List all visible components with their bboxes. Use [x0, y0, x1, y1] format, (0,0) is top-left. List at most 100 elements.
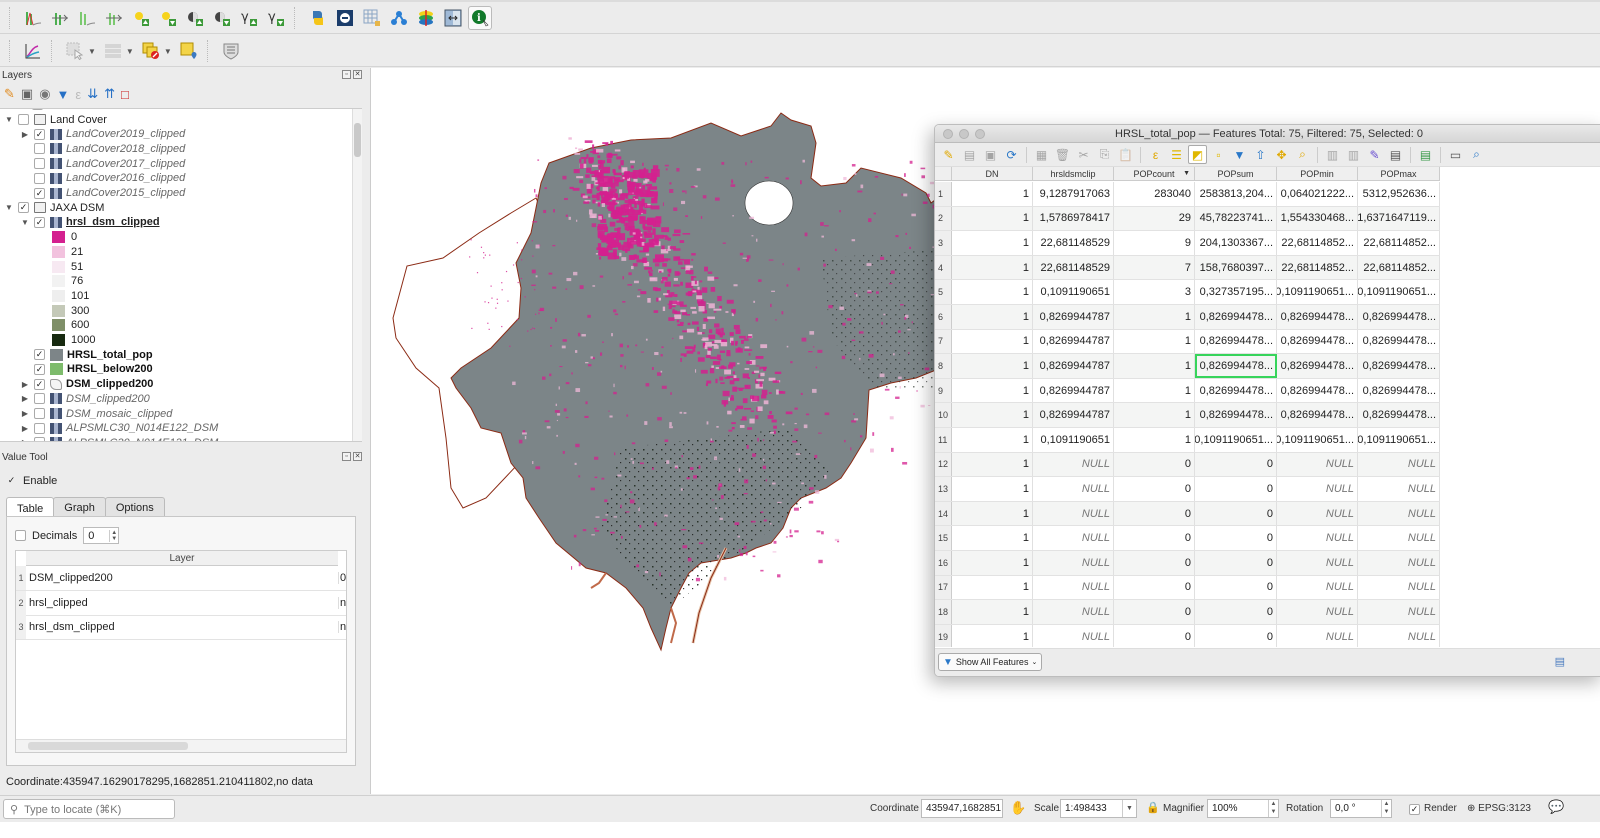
collapse-arrow-icon[interactable]: ▶	[20, 130, 30, 139]
table-cell-popmin[interactable]: 0,826994478...	[1277, 378, 1358, 403]
table-cell-popmin[interactable]: NULL	[1277, 600, 1358, 624]
toolbar-handle[interactable]	[51, 40, 57, 62]
table-cell-popsum[interactable]: 0	[1195, 452, 1277, 477]
collapse-all-icon[interactable]: ⇈	[104, 86, 115, 102]
table-cell-hrsldsmclip[interactable]: NULL	[1033, 501, 1114, 526]
table-row[interactable]: 14 1 NULL 0 0 NULL NULL	[935, 501, 1440, 527]
add-feature-icon[interactable]: ▦	[1032, 145, 1051, 164]
value-table-row[interactable]: 3 hrsl_dsm_clipped no	[16, 615, 346, 640]
scale-combobox[interactable]: 1:498433 ▼	[1060, 799, 1137, 818]
magnifier-spinbox[interactable]: 100% ▲ ▼	[1207, 799, 1279, 818]
enable-checkbox[interactable]: ✓ Enable	[6, 475, 58, 487]
table-cell-hrsldsmclip[interactable]: NULL	[1033, 551, 1114, 575]
table-cell-dn[interactable]: 1	[952, 624, 1033, 647]
deselect-all-icon[interactable]: ▫	[1209, 145, 1228, 164]
invert-selection-icon[interactable]: ◩	[1188, 145, 1207, 164]
table-cell-popmax[interactable]: 0,826994478...	[1358, 329, 1440, 354]
table-cell-dn[interactable]: 1	[952, 329, 1033, 354]
close-panel-icon[interactable]: ✕	[353, 70, 362, 79]
enable-check[interactable]: ✓	[6, 475, 17, 487]
select-features-icon[interactable]	[63, 39, 87, 63]
table-cell-dn[interactable]: 1	[952, 477, 1033, 501]
crs-button[interactable]: ⊕ EPSG:3123	[1467, 803, 1531, 814]
toolbar-handle[interactable]	[294, 7, 300, 29]
layer-tree-item[interactable]: ▶ ✓ LandCover2019_clipped	[20, 127, 185, 142]
row-header[interactable]: 6	[935, 305, 952, 329]
attribute-table-titlebar[interactable]: HRSL_total_pop — Features Total: 75, Fil…	[935, 125, 1600, 143]
table-cell-popmin[interactable]: 0,826994478...	[1277, 329, 1358, 354]
table-cell-popsum[interactable]: 0	[1195, 575, 1277, 600]
table-cell-popmin[interactable]: 22,68114852...	[1277, 255, 1358, 280]
select-all-icon[interactable]: ☰	[1167, 145, 1186, 164]
reload-icon[interactable]: ⟳	[1002, 145, 1021, 164]
table-cell-hrsldsmclip[interactable]: 0,1091190651	[1033, 280, 1114, 304]
table-cell-dn[interactable]: 1	[952, 526, 1033, 550]
table-cell-popsum[interactable]: 0,327357195...	[1195, 280, 1277, 304]
row-header[interactable]: 7	[935, 329, 952, 354]
paste-icon[interactable]: 📋	[1116, 145, 1135, 164]
table-cell-popmax[interactable]: 22,68114852...	[1358, 231, 1440, 255]
table-cell-popmax[interactable]: 0,1091190651...	[1358, 280, 1440, 304]
style-manager-icon[interactable]: ✎	[4, 86, 15, 102]
dock-table-icon[interactable]: ▭	[1446, 145, 1465, 164]
rotation-spinbox[interactable]: 0,0 ° ▲ ▼	[1330, 799, 1392, 818]
column-header-popmin[interactable]: POPmin	[1277, 167, 1358, 181]
table-cell-hrsldsmclip[interactable]: 0,1091190651	[1033, 428, 1114, 452]
column-header-popmax[interactable]: POPmax	[1358, 167, 1440, 181]
table-row[interactable]: 12 1 NULL 0 0 NULL NULL	[935, 452, 1440, 478]
table-row[interactable]: 6 1 0,8269944787 1 0,826994478... 0,826994478…	[935, 305, 1440, 330]
table-cell-hrsldsmclip[interactable]: 9,1287917063	[1033, 182, 1114, 206]
actions-run-icon[interactable]: ⌕	[1467, 145, 1486, 164]
table-cell-dn[interactable]: 1	[952, 378, 1033, 403]
table-cell-popsum[interactable]: 0,826994478...	[1195, 378, 1277, 403]
table-cell-popmax[interactable]: NULL	[1358, 501, 1440, 526]
table-cell-hrsldsmclip[interactable]: 0,8269944787	[1033, 329, 1114, 354]
table-cell-popsum[interactable]: 158,7680397...	[1195, 255, 1277, 280]
tab-options[interactable]: Options	[104, 497, 165, 518]
layer-visibility-checkbox[interactable]: ✓	[34, 378, 45, 390]
save-edits-icon[interactable]: ▣	[981, 145, 1000, 164]
table-cell-hrsldsmclip[interactable]: NULL	[1033, 477, 1114, 501]
layers-stack-icon[interactable]	[414, 6, 438, 30]
remove-layer-icon[interactable]: □	[121, 87, 129, 102]
table-row[interactable]: 5 1 0,1091190651 3 0,327357195... 0,109119065…	[935, 280, 1440, 305]
row-header-corner[interactable]	[935, 167, 952, 181]
layer-visibility-checkbox[interactable]	[34, 437, 45, 441]
close-panel-icon[interactable]: ✕	[353, 452, 362, 461]
network-icon[interactable]	[387, 6, 411, 30]
table-cell-popmin[interactable]: NULL	[1277, 501, 1358, 526]
table-cell-popmin[interactable]: 0,064021222...	[1277, 182, 1358, 206]
layer-tree-item[interactable]: LandCover2016_clipped	[20, 171, 185, 186]
table-row[interactable]: 19 1 NULL 0 0 NULL NULL	[935, 624, 1440, 647]
layer-visibility-checkbox[interactable]	[34, 172, 45, 184]
profile-graph-icon[interactable]	[21, 39, 45, 63]
tab-graph[interactable]: Graph	[53, 497, 106, 518]
table-cell-popcount[interactable]: 0	[1114, 551, 1195, 575]
table-row[interactable]: 15 1 NULL 0 0 NULL NULL	[935, 526, 1440, 551]
table-cell-popcount[interactable]: 29	[1114, 206, 1195, 231]
layer-tree-item[interactable]: LandCover2018_clipped	[20, 141, 185, 156]
table-row[interactable]: 18 1 NULL 0 0 NULL NULL	[935, 600, 1440, 625]
table-cell-popsum[interactable]: 0,826994478...	[1195, 403, 1277, 427]
table-cell-dn[interactable]: 1	[952, 551, 1033, 575]
histogram-stretch-icon[interactable]	[48, 6, 72, 30]
table-cell-dn[interactable]: 1	[952, 354, 1033, 378]
table-cell-popmin[interactable]: NULL	[1277, 477, 1358, 501]
attribute-table-icon[interactable]	[101, 39, 125, 63]
brightness-up-icon[interactable]	[129, 6, 153, 30]
table-cell-popmax[interactable]: NULL	[1358, 452, 1440, 477]
messages-icon[interactable]: 💬	[1548, 799, 1564, 815]
row-header[interactable]: 18	[935, 600, 952, 624]
layers-scrollbar[interactable]	[352, 109, 362, 441]
table-cell-hrsldsmclip[interactable]: 0,8269944787	[1033, 305, 1114, 329]
table-cell-dn[interactable]: 1	[952, 231, 1033, 255]
chevron-down-icon[interactable]: ▼	[126, 47, 134, 56]
row-header[interactable]: 8	[935, 354, 952, 378]
table-cell-popcount[interactable]: 1	[1114, 428, 1195, 452]
table-cell-popcount[interactable]: 0	[1114, 575, 1195, 600]
chevron-down-icon[interactable]: ▼	[88, 47, 96, 56]
row-header[interactable]: 10	[935, 403, 952, 427]
layer-visibility-checkbox[interactable]: ✓	[34, 216, 45, 228]
multi-edit-icon[interactable]: ▤	[960, 145, 979, 164]
filter-select-icon[interactable]: ▼	[1230, 145, 1249, 164]
